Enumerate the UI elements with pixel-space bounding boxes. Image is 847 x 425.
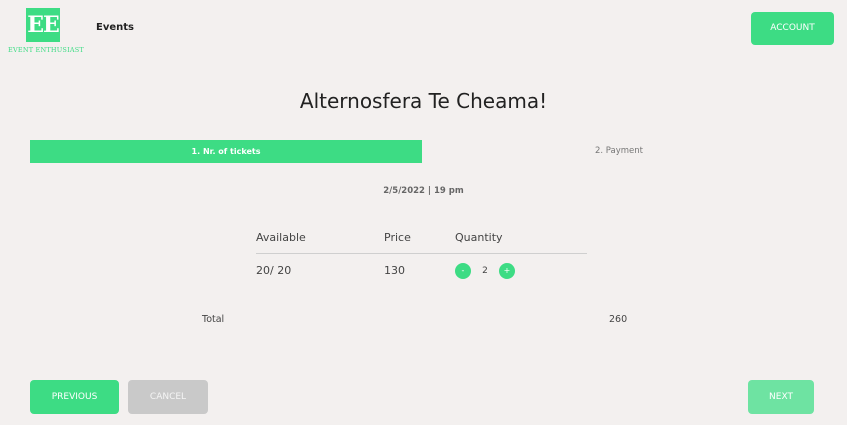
nav-events-link[interactable]: Events (96, 22, 134, 33)
column-header-available: Available (256, 231, 306, 244)
total-value: 260 (609, 314, 628, 325)
column-header-price: Price (384, 231, 411, 244)
total-label: Total (202, 314, 225, 325)
step-tickets[interactable]: 1. Nr. of tickets (30, 140, 422, 163)
event-enthusiast-logo[interactable]: EE EVENT ENTHUSIAST (6, 8, 86, 60)
next-button[interactable]: NEXT (748, 380, 814, 414)
quantity-value: 2 (482, 266, 488, 276)
event-title: Alternosfera Te Cheama! (299, 89, 548, 113)
account-button[interactable]: ACCOUNT (751, 12, 834, 45)
table-divider (256, 253, 587, 254)
available-value: 20/ 20 (256, 264, 292, 277)
logo-text: EVENT ENTHUSIAST (8, 46, 84, 54)
cancel-button[interactable]: CANCEL (128, 380, 208, 414)
price-value: 130 (384, 264, 405, 277)
previous-button[interactable]: PREVIOUS (30, 380, 119, 414)
decrement-button[interactable]: - (455, 263, 471, 279)
step-payment[interactable]: 2. Payment (422, 140, 816, 163)
quantity-stepper: - 2 + (455, 262, 515, 280)
event-date: 2/5/2022 | 19 pm (383, 186, 464, 196)
column-header-quantity: Quantity (455, 231, 503, 244)
logo-mark: EE (26, 8, 60, 42)
increment-button[interactable]: + (499, 263, 515, 279)
